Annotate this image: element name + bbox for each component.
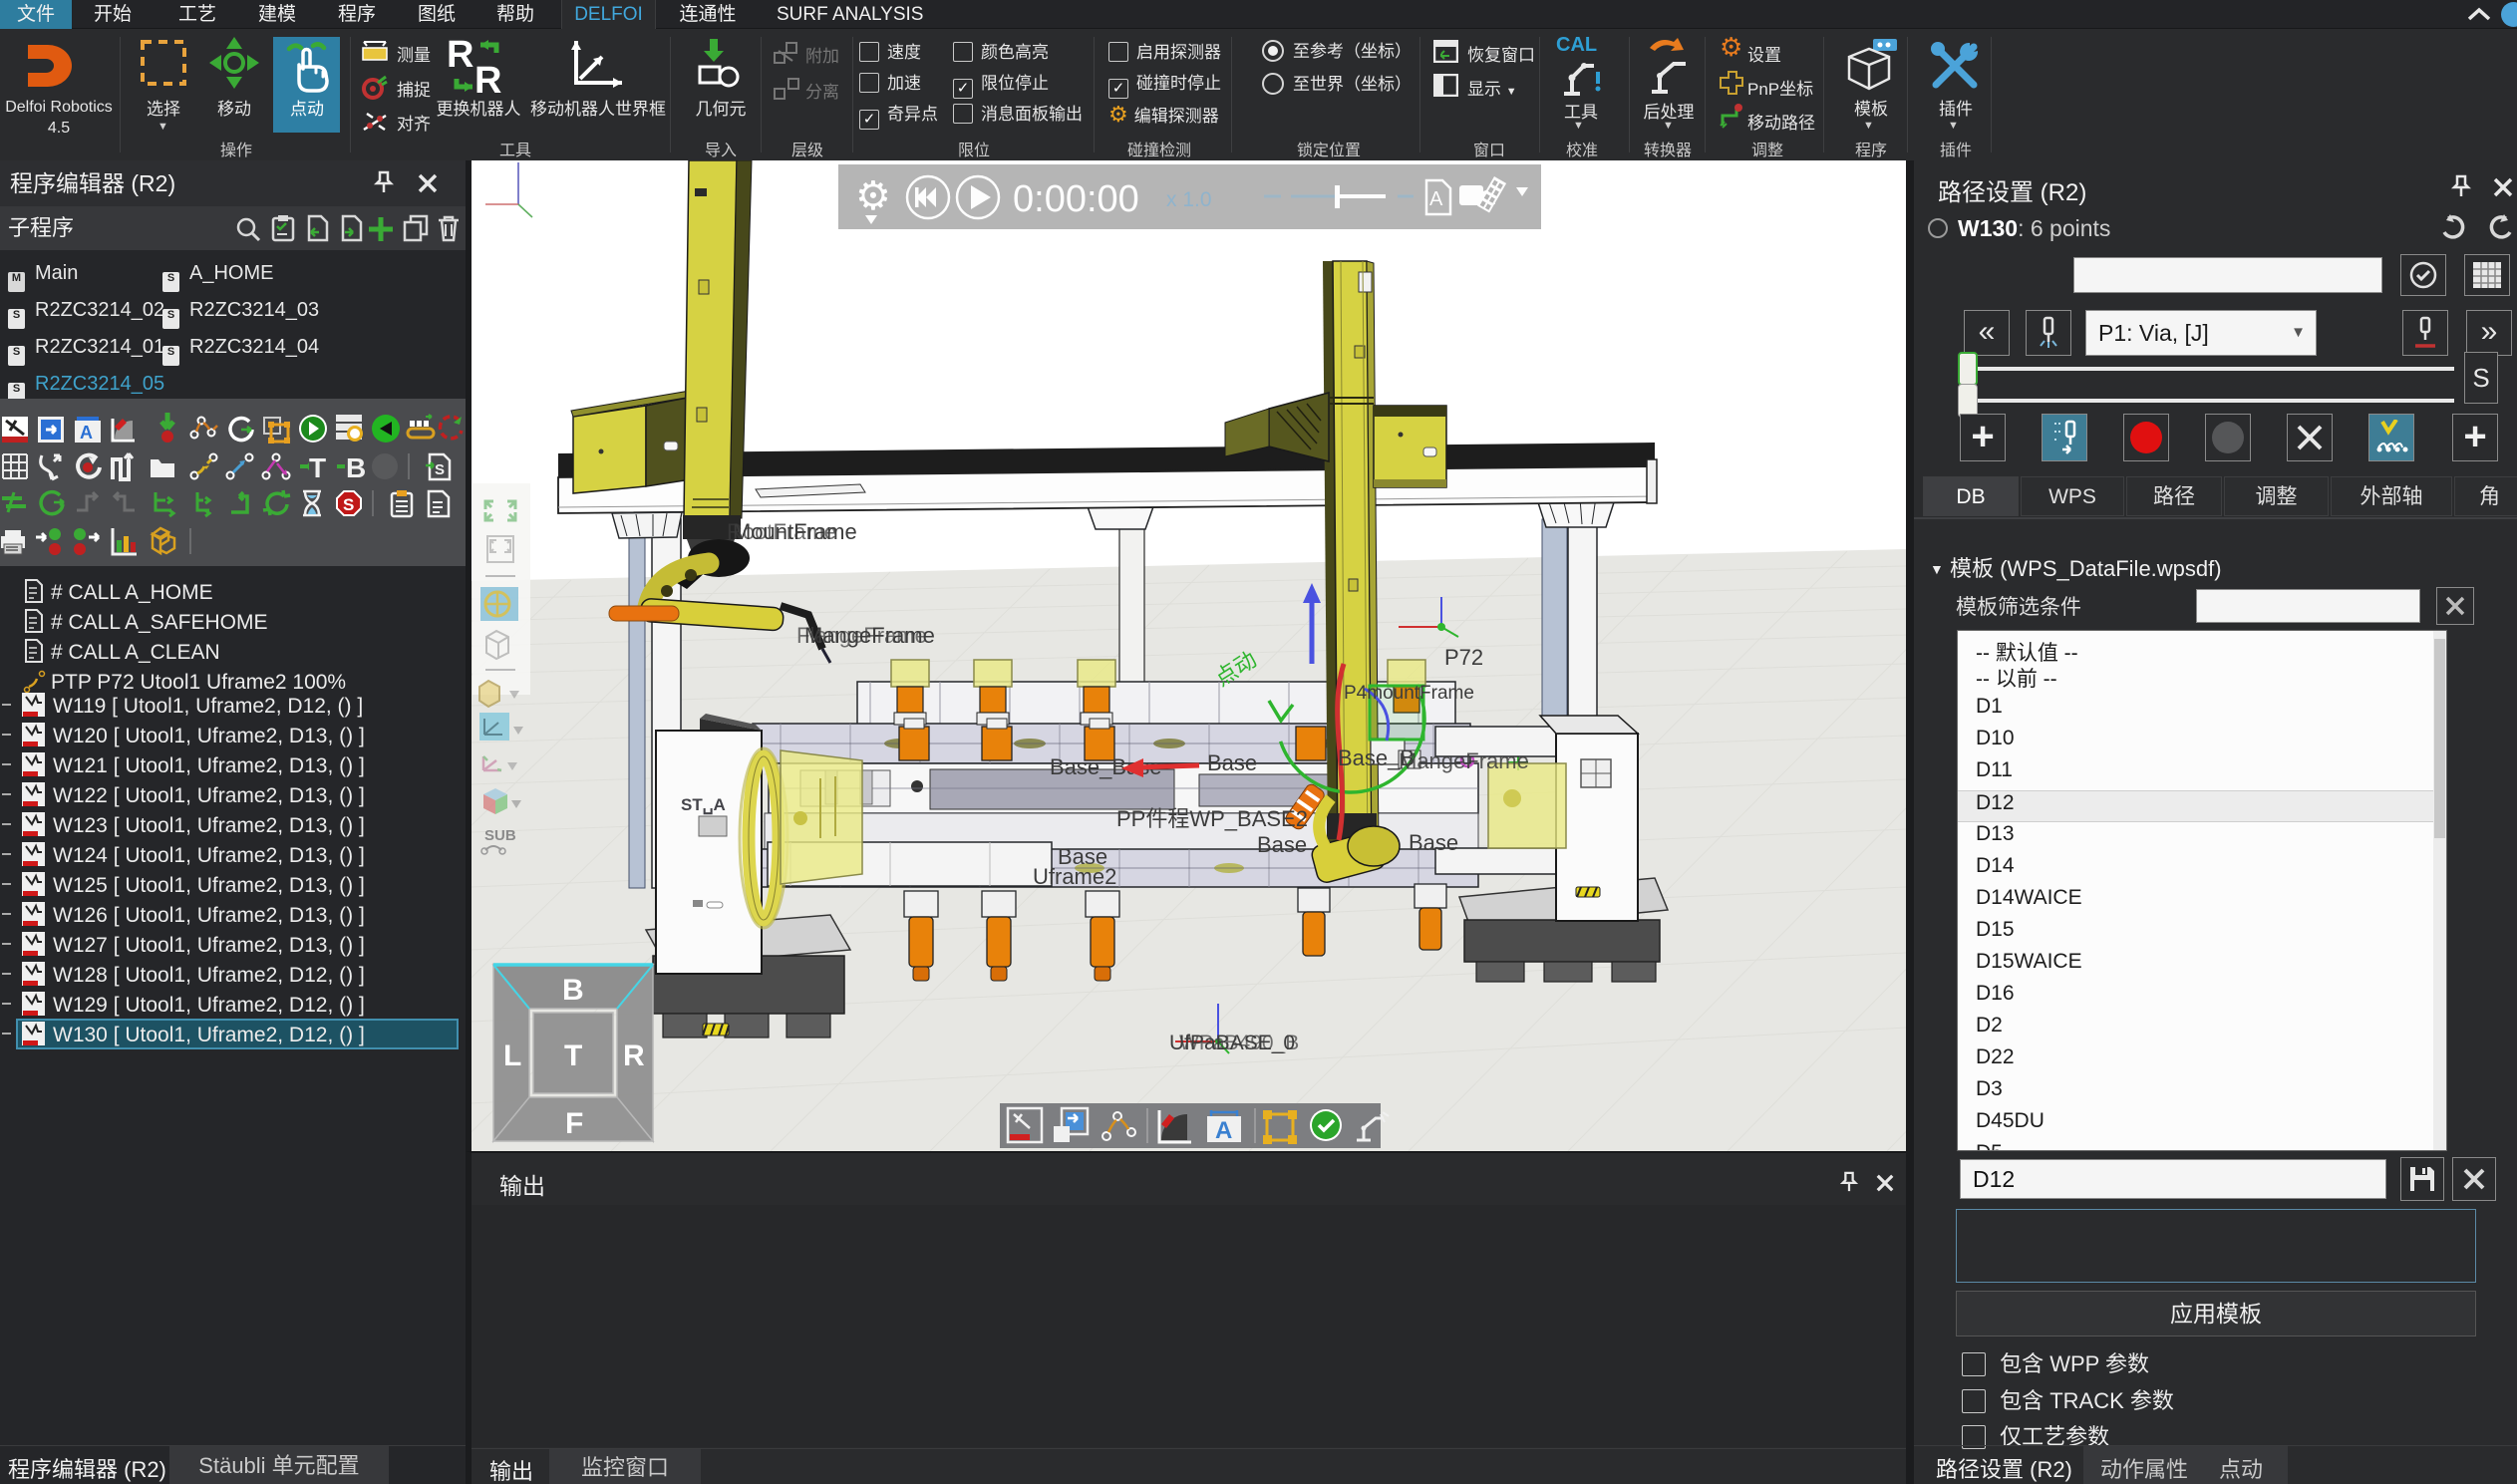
svg-text:T: T bbox=[309, 452, 326, 483]
svg-text:S: S bbox=[435, 461, 445, 478]
svg-text:A: A bbox=[1429, 188, 1443, 210]
svg-text:F: F bbox=[565, 1107, 583, 1140]
svg-text:PP件程WP_BASE2: PP件程WP_BASE2 bbox=[1116, 806, 1308, 831]
svg-text:W129 [ Utool1, Uframe2, D12,: W129 [ Utool1, Uframe2, D12, () ] bbox=[53, 994, 365, 1017]
svg-text:R: R bbox=[447, 37, 473, 76]
svg-text:W126 [ Utool1, Uframe2, D13,: W126 [ Utool1, Uframe2, D13, () ] bbox=[53, 904, 365, 927]
svg-text:# CALL A_SAFEHOME: # CALL A_SAFEHOME bbox=[51, 611, 267, 634]
svg-text:A: A bbox=[80, 423, 93, 443]
svg-text:L: L bbox=[503, 1039, 521, 1072]
svg-text:W122 [ Utool1, Uframe2, D13,: W122 [ Utool1, Uframe2, D13, () ] bbox=[53, 784, 365, 807]
svg-text:Base: Base bbox=[1207, 750, 1257, 775]
svg-text:T: T bbox=[564, 1039, 582, 1072]
svg-text:RootFrame: RootFrame bbox=[727, 519, 836, 544]
svg-text:W127 [ Utool1, Uframe2, D13,: W127 [ Utool1, Uframe2, D13, () ] bbox=[53, 934, 365, 957]
svg-text:W128 [ Utool1, Uframe2, D12,: W128 [ Utool1, Uframe2, D12, () ] bbox=[53, 964, 365, 987]
svg-text:0:00:00: 0:00:00 bbox=[1013, 178, 1139, 220]
svg-text:ST␣A: ST␣A bbox=[681, 795, 726, 815]
svg-text:R: R bbox=[474, 60, 501, 97]
svg-text:# CALL A_CLEAN: # CALL A_CLEAN bbox=[51, 641, 220, 664]
svg-text:W123 [ Utool1, Uframe2, D13,: W123 [ Utool1, Uframe2, D13, () ] bbox=[53, 814, 365, 837]
svg-text:# CALL A_HOME: # CALL A_HOME bbox=[51, 581, 213, 604]
svg-text:R: R bbox=[623, 1039, 645, 1072]
svg-text:Base: Base bbox=[1257, 832, 1307, 857]
svg-text:W124 [ Utool1, Uframe2, D13,: W124 [ Utool1, Uframe2, D13, () ] bbox=[53, 844, 365, 867]
svg-text:MangeFrame: MangeFrame bbox=[1399, 748, 1529, 773]
svg-text:W121 [ Utool1, Uframe2, D13,: W121 [ Utool1, Uframe2, D13, () ] bbox=[53, 754, 365, 777]
svg-text:B: B bbox=[562, 974, 584, 1007]
svg-text:Uframe2: Uframe2 bbox=[1033, 864, 1116, 889]
svg-text:WPaB490_B: WPaB490_B bbox=[1179, 1032, 1299, 1054]
svg-text:⚙: ⚙ bbox=[855, 174, 891, 218]
svg-text:W130 [ Utool1, Uframe2, D12,: W130 [ Utool1, Uframe2, D12, () ] bbox=[53, 1024, 365, 1046]
svg-text:B: B bbox=[346, 452, 366, 483]
svg-text:Base: Base bbox=[1409, 830, 1458, 855]
svg-text:P72: P72 bbox=[1444, 645, 1483, 670]
svg-text:A: A bbox=[1215, 1117, 1232, 1144]
svg-text:x 1.0: x 1.0 bbox=[1166, 188, 1212, 211]
svg-text:W119 [ Utool1, Uframe2, D12,: W119 [ Utool1, Uframe2, D12, () ] bbox=[53, 695, 363, 718]
svg-text:SUB: SUB bbox=[484, 827, 516, 844]
svg-text:W120 [ Utool1, Uframe2, D13,: W120 [ Utool1, Uframe2, D13, () ] bbox=[53, 725, 365, 747]
svg-text:S: S bbox=[343, 495, 354, 514]
svg-text:FlangeFrame: FlangeFrame bbox=[796, 623, 927, 648]
svg-text:W125 [ Utool1, Uframe2, D13,: W125 [ Utool1, Uframe2, D13, () ] bbox=[53, 874, 365, 897]
svg-text:P4mountFrame: P4mountFrame bbox=[1344, 683, 1474, 704]
